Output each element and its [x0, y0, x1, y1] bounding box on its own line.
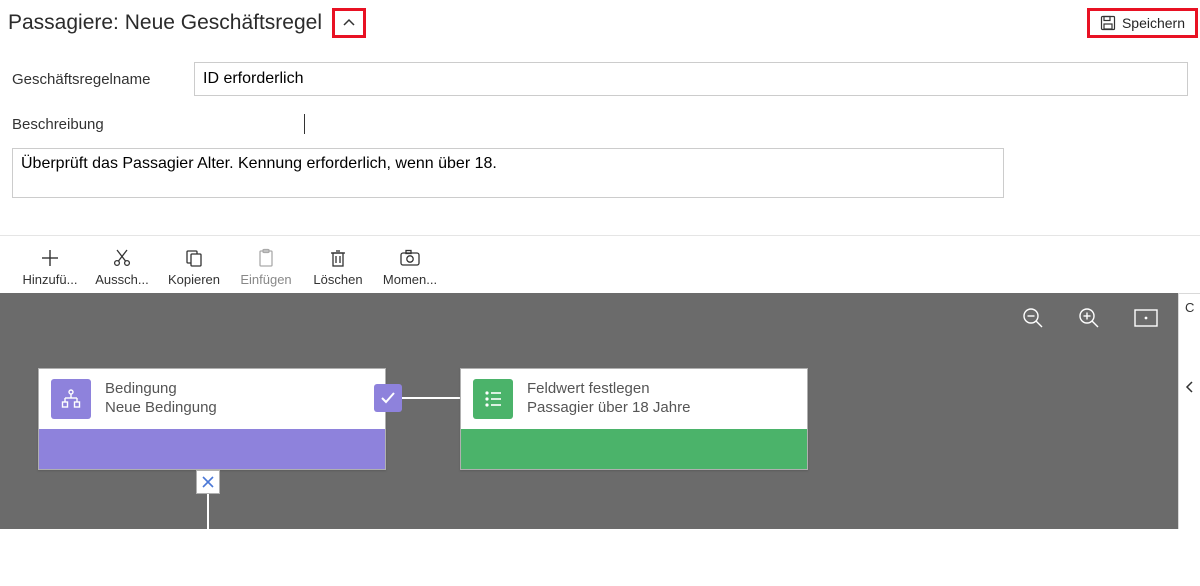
cut-button[interactable]: Aussch...	[86, 246, 158, 287]
name-row: Geschäftsregelname	[12, 62, 1188, 96]
cut-label: Aussch...	[95, 272, 148, 287]
false-branch-line	[207, 494, 209, 529]
trash-icon	[328, 248, 348, 268]
node-text: Feldwert festlegen Passagier über 18 Jah…	[527, 380, 690, 418]
zoom-in-icon[interactable]	[1078, 307, 1100, 329]
copy-icon	[184, 248, 204, 268]
designer-canvas[interactable]: Bedingung Neue Bedingung Feldwert festle…	[0, 293, 1178, 529]
header-left: Passagiere: Neue Geschäftsregel	[8, 8, 366, 38]
zoom-out-icon[interactable]	[1022, 307, 1044, 329]
save-button[interactable]: Speichern	[1087, 8, 1198, 38]
node-subtitle: Passagier über 18 Jahre	[527, 399, 690, 418]
node-text: Bedingung Neue Bedingung	[105, 380, 217, 418]
fit-screen-icon[interactable]	[1134, 309, 1158, 327]
form-area: Geschäftsregelname Beschreibung	[0, 38, 1200, 235]
node-head: Feldwert festlegen Passagier über 18 Jah…	[461, 369, 807, 429]
canvas-tools	[1022, 307, 1158, 329]
condition-node[interactable]: Bedingung Neue Bedingung	[38, 368, 386, 470]
copy-label: Kopieren	[168, 272, 220, 287]
name-label: Geschäftsregelname	[12, 71, 194, 88]
name-input[interactable]	[194, 62, 1188, 96]
collapse-button[interactable]	[332, 8, 366, 38]
properties-panel-collapsed[interactable]: C	[1178, 293, 1200, 529]
add-label: Hinzufü...	[23, 272, 78, 287]
false-branch-port[interactable]	[196, 470, 220, 494]
save-label: Speichern	[1122, 15, 1185, 31]
node-subtitle: Neue Bedingung	[105, 399, 217, 418]
toolbar: Hinzufü... Aussch... Kopieren Einfügen L…	[0, 236, 1200, 293]
set-field-icon	[473, 379, 513, 419]
action-bar	[461, 429, 807, 469]
action-node[interactable]: Feldwert festlegen Passagier über 18 Jah…	[460, 368, 808, 470]
snapshot-label: Momen...	[383, 272, 437, 287]
chevron-left-icon[interactable]	[1183, 380, 1197, 394]
paste-icon	[256, 248, 276, 268]
camera-icon	[399, 248, 421, 268]
add-button[interactable]: Hinzufü...	[14, 246, 86, 287]
node-title: Bedingung	[105, 380, 217, 399]
delete-button[interactable]: Löschen	[302, 246, 374, 287]
paste-button: Einfügen	[230, 246, 302, 287]
condition-bar	[39, 429, 385, 469]
paste-label: Einfügen	[240, 272, 291, 287]
desc-label: Beschreibung	[12, 116, 194, 133]
x-icon	[201, 475, 215, 489]
delete-label: Löschen	[313, 272, 362, 287]
node-head: Bedingung Neue Bedingung	[39, 369, 385, 429]
true-branch-badge[interactable]	[374, 384, 402, 412]
copy-button[interactable]: Kopieren	[158, 246, 230, 287]
desc-input[interactable]	[12, 148, 1004, 198]
plus-icon	[40, 248, 60, 268]
snapshot-button[interactable]: Momen...	[374, 246, 446, 287]
save-icon	[1100, 15, 1116, 31]
chevron-up-icon	[342, 16, 356, 30]
page-title: Passagiere: Neue Geschäftsregel	[8, 11, 322, 35]
text-caret-icon	[304, 114, 305, 134]
scissors-icon	[112, 248, 132, 268]
desc-label-row: Beschreibung	[12, 114, 1188, 134]
header: Passagiere: Neue Geschäftsregel Speicher…	[0, 0, 1200, 38]
panel-hint: C	[1185, 300, 1194, 315]
condition-icon	[51, 379, 91, 419]
canvas-wrap: Bedingung Neue Bedingung Feldwert festle…	[0, 293, 1200, 529]
check-icon	[379, 389, 397, 407]
node-title: Feldwert festlegen	[527, 380, 690, 399]
